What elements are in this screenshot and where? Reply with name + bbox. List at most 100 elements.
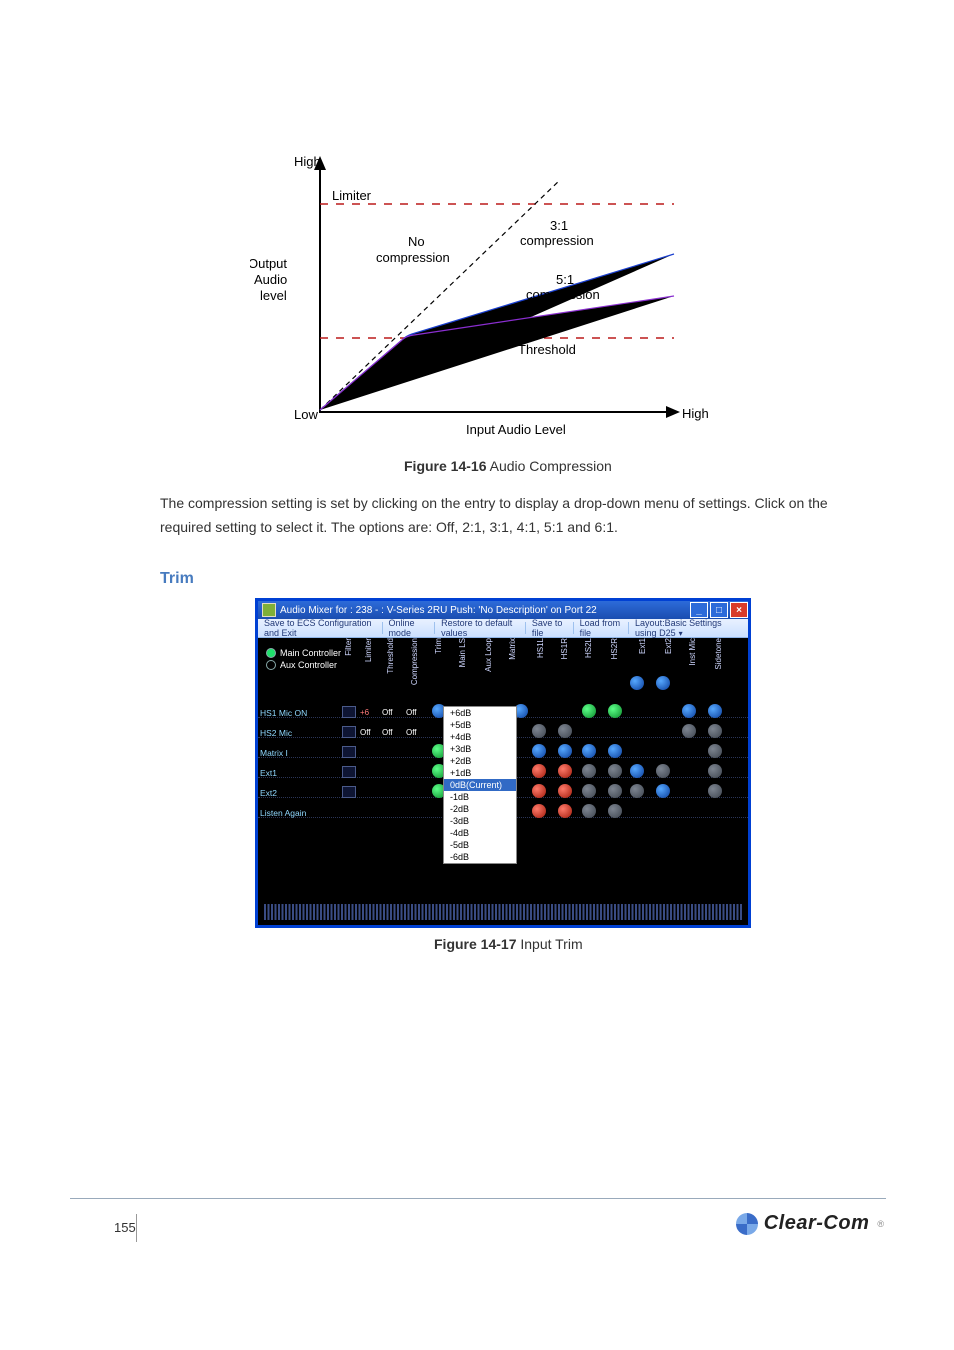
knob-r4-a[interactable] [532, 764, 546, 778]
col-hs2l: HS2L [584, 638, 602, 658]
minimize-button[interactable]: _ [690, 602, 708, 618]
col-ext1: Ext1 [638, 638, 656, 654]
knob-r5-f[interactable] [656, 784, 670, 798]
trim-opt-p3[interactable]: +3dB [444, 743, 516, 755]
knob-r3-side[interactable] [708, 744, 722, 758]
row-listen-again: Listen Again [260, 808, 306, 818]
trim-opt-m3[interactable]: -3dB [444, 815, 516, 827]
knob-r3-hs2l[interactable] [582, 744, 596, 758]
col-main-ls: Main LS [458, 638, 476, 667]
toolbar-load-from-file[interactable]: Load from file [574, 618, 629, 638]
knob-top-ext1[interactable] [630, 676, 644, 690]
filter-box-4[interactable] [342, 766, 356, 778]
col-hs1r: HS1R [560, 638, 578, 659]
knob-r6-c[interactable] [582, 804, 596, 818]
knob-r3-hs2r[interactable] [608, 744, 622, 758]
threshold-label: Threshold [518, 342, 576, 357]
trim-opt-m1[interactable]: -1dB [444, 791, 516, 803]
knob-r2-a[interactable] [532, 724, 546, 738]
filter-box-1[interactable] [342, 706, 356, 718]
knob-r1-hs2r[interactable] [608, 704, 622, 718]
knob-r4-f[interactable] [656, 764, 670, 778]
radio-aux-controller[interactable]: Aux Controller [266, 660, 341, 670]
maximize-button[interactable]: □ [710, 602, 728, 618]
cell-r1-limiter[interactable]: +6 [360, 708, 369, 717]
knob-r4-d[interactable] [608, 764, 622, 778]
cell-r1-compression[interactable]: Off [406, 708, 417, 717]
close-button[interactable]: × [730, 602, 748, 618]
footer-rule [70, 1198, 886, 1199]
row-ext2: Ext2 [260, 788, 277, 798]
trim-opt-p4[interactable]: +4dB [444, 731, 516, 743]
knob-r4-side[interactable] [708, 764, 722, 778]
toolbar-restore-defaults[interactable]: Restore to default values [435, 618, 525, 638]
knob-r3-hs1l[interactable] [532, 744, 546, 758]
page-number: 155 [114, 1220, 136, 1235]
filter-box-3[interactable] [342, 746, 356, 758]
brand-logo-block: Clear-Com ® [736, 1212, 884, 1235]
trim-opt-m5[interactable]: -5dB [444, 839, 516, 851]
mixer-body: Main Controller Aux Controller Filter Li… [258, 638, 748, 924]
trim-opt-p2[interactable]: +2dB [444, 755, 516, 767]
cell-r2-threshold[interactable]: Off [382, 728, 393, 737]
knob-r1-inst[interactable] [682, 704, 696, 718]
toolbar-layout-dropdown[interactable]: Layout:Basic Settings using D25 [629, 618, 748, 638]
knob-r6-a[interactable] [532, 804, 546, 818]
clearcom-globe-icon [736, 1213, 758, 1235]
knob-r2-side[interactable] [708, 724, 722, 738]
knob-r3-hs1r[interactable] [558, 744, 572, 758]
trim-dropdown[interactable]: +6dB +5dB +4dB +3dB +2dB +1dB 0dB(Curren… [443, 706, 517, 864]
knob-r6-d[interactable] [608, 804, 622, 818]
knob-r5-a[interactable] [532, 784, 546, 798]
knob-top-ext2[interactable] [656, 676, 670, 690]
filter-box-5[interactable] [342, 786, 356, 798]
knob-r4-c[interactable] [582, 764, 596, 778]
knob-r1-sidetone[interactable] [708, 704, 722, 718]
trim-opt-p6[interactable]: +6dB [444, 707, 516, 719]
trim-opt-p1[interactable]: +1dB [444, 767, 516, 779]
x-high-label: High [682, 406, 709, 421]
row-matrix: Matrix I [260, 748, 288, 758]
knob-r5-e[interactable] [630, 784, 644, 798]
knob-r6-b[interactable] [558, 804, 572, 818]
cell-r2-compression[interactable]: Off [406, 728, 417, 737]
knob-r5-b[interactable] [558, 784, 572, 798]
trim-opt-m4[interactable]: -4dB [444, 827, 516, 839]
knob-r1-hs2l[interactable] [582, 704, 596, 718]
knob-r5-c[interactable] [582, 784, 596, 798]
knob-r2-inst[interactable] [682, 724, 696, 738]
knob-r5-side[interactable] [708, 784, 722, 798]
y-axis-label-3: level [260, 288, 287, 303]
col-hs2r: HS2R [610, 638, 628, 659]
knob-r2-b[interactable] [558, 724, 572, 738]
trim-opt-m2[interactable]: -2dB [444, 803, 516, 815]
knob-r4-b[interactable] [558, 764, 572, 778]
col-matrix: Matrix [508, 638, 526, 660]
col-inst-mic: Inst Mic [688, 638, 706, 666]
limiter-label: Limiter [332, 188, 372, 203]
audio-mixer-window: Audio Mixer for : 238 - : V-Series 2RU P… [255, 598, 751, 928]
toolbar-online-mode[interactable]: Online mode [382, 618, 434, 638]
nocomp-label-2: compression [376, 250, 450, 265]
trim-opt-p5[interactable]: +5dB [444, 719, 516, 731]
cell-r1-threshold[interactable]: Off [382, 708, 393, 717]
toolbar-save-to-file[interactable]: Save to file [526, 618, 573, 638]
y-low-label: Low [294, 407, 318, 422]
filter-box-2[interactable] [342, 726, 356, 738]
trim-opt-0[interactable]: 0dB(Current) [444, 779, 516, 791]
trim-opt-m6[interactable]: -6dB [444, 851, 516, 863]
radio-main-controller[interactable]: Main Controller [266, 648, 341, 658]
footer-divider [136, 1214, 137, 1242]
window-titlebar[interactable]: Audio Mixer for : 238 - : V-Series 2RU P… [258, 601, 748, 619]
cell-r2-limiter[interactable]: Off [360, 728, 371, 737]
x-axis-label: Input Audio Level [466, 422, 566, 437]
nocomp-label-1: No [408, 234, 425, 249]
toolbar-save-exit[interactable]: Save to ECS Configuration and Exit [258, 618, 382, 638]
c51-label-1: 5:1 [556, 272, 574, 287]
knob-r5-d[interactable] [608, 784, 622, 798]
window-title: Audio Mixer for : 238 - : V-Series 2RU P… [280, 605, 597, 616]
col-hs1l: HS1L [536, 638, 554, 658]
y-axis-label-2: Audio [254, 272, 287, 287]
knob-r4-e[interactable] [630, 764, 644, 778]
col-trim: Trim [434, 638, 452, 654]
